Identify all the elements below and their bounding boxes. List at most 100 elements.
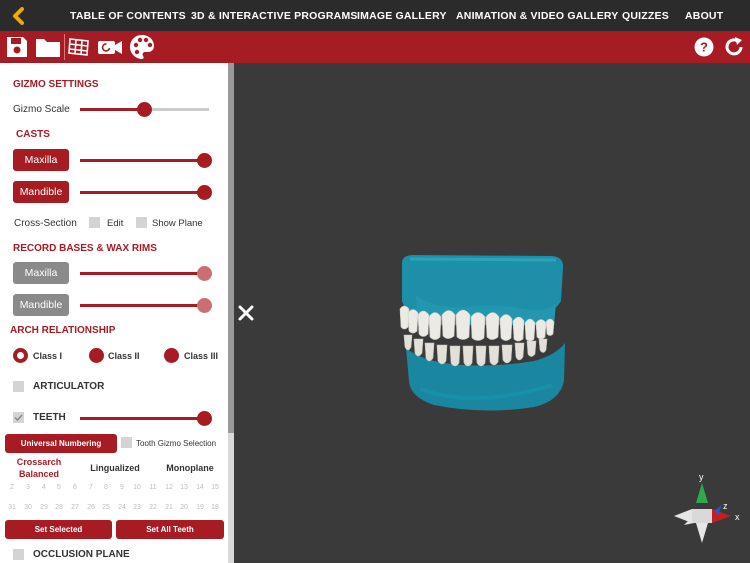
teeth-slider[interactable]: [80, 410, 212, 426]
set-selected-button[interactable]: Set Selected: [5, 520, 112, 539]
tooth-number[interactable]: 26: [84, 504, 98, 511]
tooth-number[interactable]: 31: [5, 504, 19, 511]
axis-z-label: z: [723, 501, 728, 511]
3d-viewport[interactable]: y z x: [234, 63, 750, 563]
occlusion-crossarch-balanced[interactable]: Crossarch Balanced: [9, 456, 69, 480]
class-iii-radio[interactable]: [164, 348, 179, 363]
class-ii-radio[interactable]: [89, 348, 104, 363]
occlusion-monoplane[interactable]: Monoplane: [157, 462, 223, 474]
universal-numbering-button[interactable]: Universal Numbering: [5, 434, 117, 453]
class-iii-label: Class III: [184, 351, 219, 361]
set-all-teeth-button[interactable]: Set All Teeth: [116, 520, 224, 539]
tooth-number[interactable]: 21: [162, 504, 176, 511]
teeth-label: TEETH: [33, 412, 66, 423]
occlusion-plane-checkbox[interactable]: [13, 549, 24, 560]
show-plane-label: Show Plane: [152, 218, 203, 229]
tooth-number[interactable]: 19: [193, 504, 207, 511]
articulator-checkbox[interactable]: [13, 381, 24, 392]
articulator-label: ARTICULATOR: [33, 381, 105, 392]
help-icon: ?: [694, 37, 714, 57]
show-plane-checkbox[interactable]: [136, 217, 147, 228]
svg-text:?: ?: [700, 40, 708, 55]
casts-mandible-slider[interactable]: [80, 184, 212, 200]
tooth-number[interactable]: 30: [21, 504, 35, 511]
folder-icon: [36, 39, 60, 57]
check-icon: [14, 414, 23, 422]
nav-image-gallery[interactable]: IMAGE GALLERY: [357, 10, 447, 22]
edit-label: Edit: [107, 218, 124, 229]
tooth-number[interactable]: 22: [146, 504, 160, 511]
tooth-gizmo-selection-checkbox[interactable]: [121, 437, 132, 448]
tooth-number[interactable]: 3: [21, 484, 35, 491]
nav-animation-video-gallery[interactable]: ANIMATION & VIDEO GALLERY: [456, 10, 619, 22]
bases-maxilla-slider[interactable]: [80, 265, 212, 281]
casts-mandible-button[interactable]: Mandible: [13, 181, 69, 203]
bases-mandible-slider[interactable]: [80, 297, 212, 313]
teeth-knob[interactable]: [197, 411, 212, 426]
cross-section-label: Cross-Section: [14, 218, 77, 229]
teeth-checkbox[interactable]: [13, 412, 24, 423]
gizmo-scale-knob[interactable]: [137, 102, 152, 117]
nav-about[interactable]: ABOUT: [685, 10, 723, 22]
toolbar: ?: [0, 31, 750, 63]
dental-cast-model[interactable]: y z x: [234, 63, 750, 563]
tooth-number[interactable]: 29: [37, 504, 51, 511]
casts-maxilla-slider[interactable]: [80, 152, 212, 168]
class-i-radio[interactable]: [13, 348, 28, 363]
occlusion-lingualized[interactable]: Lingualized: [83, 462, 147, 474]
tooth-number[interactable]: 9: [115, 484, 129, 491]
casts-mandible-knob[interactable]: [197, 185, 212, 200]
camera-button[interactable]: [96, 34, 124, 60]
tooth-number[interactable]: 28: [52, 504, 66, 511]
tooth-number[interactable]: 8: [99, 484, 113, 491]
bases-maxilla-knob[interactable]: [197, 266, 212, 281]
tooth-number[interactable]: 25: [99, 504, 113, 511]
tooth-number[interactable]: 5: [52, 484, 66, 491]
open-folder-button[interactable]: [34, 34, 62, 60]
tooth-number[interactable]: 23: [130, 504, 144, 511]
class-ii-label: Class II: [108, 351, 140, 361]
close-panel-button[interactable]: [236, 303, 256, 323]
palette-button[interactable]: [128, 34, 156, 60]
palette-icon: [130, 35, 154, 59]
tooth-number[interactable]: 15: [208, 484, 222, 491]
bases-mandible-button[interactable]: Mandible: [13, 294, 69, 316]
tooth-number[interactable]: 20: [177, 504, 191, 511]
tooth-number[interactable]: 13: [177, 484, 191, 491]
edit-checkbox[interactable]: [89, 217, 100, 228]
grid-button[interactable]: [66, 34, 92, 60]
tooth-number[interactable]: 2: [5, 484, 19, 491]
arch-relationship-title: ARCH RELATIONSHIP: [10, 325, 116, 336]
casts-maxilla-button[interactable]: Maxilla: [13, 149, 69, 171]
gizmo-scale-slider[interactable]: [80, 101, 209, 117]
casts-maxilla-knob[interactable]: [197, 153, 212, 168]
nav-3d-interactive-programs[interactable]: 3D & INTERACTIVE PROGRAMS: [191, 10, 358, 22]
tooth-number[interactable]: 6: [68, 484, 82, 491]
nav-table-of-contents[interactable]: TABLE OF CONTENTS: [70, 10, 186, 22]
record-bases-title: RECORD BASES & WAX RIMS: [13, 243, 157, 254]
nav-quizzes[interactable]: QUIZZES: [622, 10, 669, 22]
tooth-number[interactable]: 10: [130, 484, 144, 491]
tooth-number[interactable]: 11: [146, 484, 160, 491]
tooth-number[interactable]: 4: [37, 484, 51, 491]
tooth-number[interactable]: 18: [208, 504, 222, 511]
back-button[interactable]: [0, 0, 36, 31]
occlusion-plane-label: OCCLUSION PLANE: [33, 549, 130, 560]
tooth-number[interactable]: 7: [84, 484, 98, 491]
bases-maxilla-button[interactable]: Maxilla: [13, 262, 69, 284]
gizmo-settings-title: GIZMO SETTINGS: [13, 79, 99, 90]
axis-gizmo[interactable]: [674, 483, 731, 543]
reset-button[interactable]: [722, 34, 746, 60]
tooth-number[interactable]: 24: [115, 504, 129, 511]
app-window: TABLE OF CONTENTS 3D & INTERACTIVE PROGR…: [0, 0, 750, 563]
tooth-gizmo-selection-label: Tooth Gizmo Selection: [136, 439, 217, 448]
tooth-number[interactable]: 12: [162, 484, 176, 491]
bases-mandible-knob[interactable]: [197, 298, 212, 313]
save-button[interactable]: [4, 34, 30, 60]
gizmo-scale-label: Gizmo Scale: [13, 104, 70, 115]
tooth-number[interactable]: 14: [193, 484, 207, 491]
help-button[interactable]: ?: [692, 34, 716, 60]
back-arrow-icon: [13, 6, 24, 25]
axis-x-label: x: [735, 512, 740, 522]
tooth-number[interactable]: 27: [68, 504, 82, 511]
